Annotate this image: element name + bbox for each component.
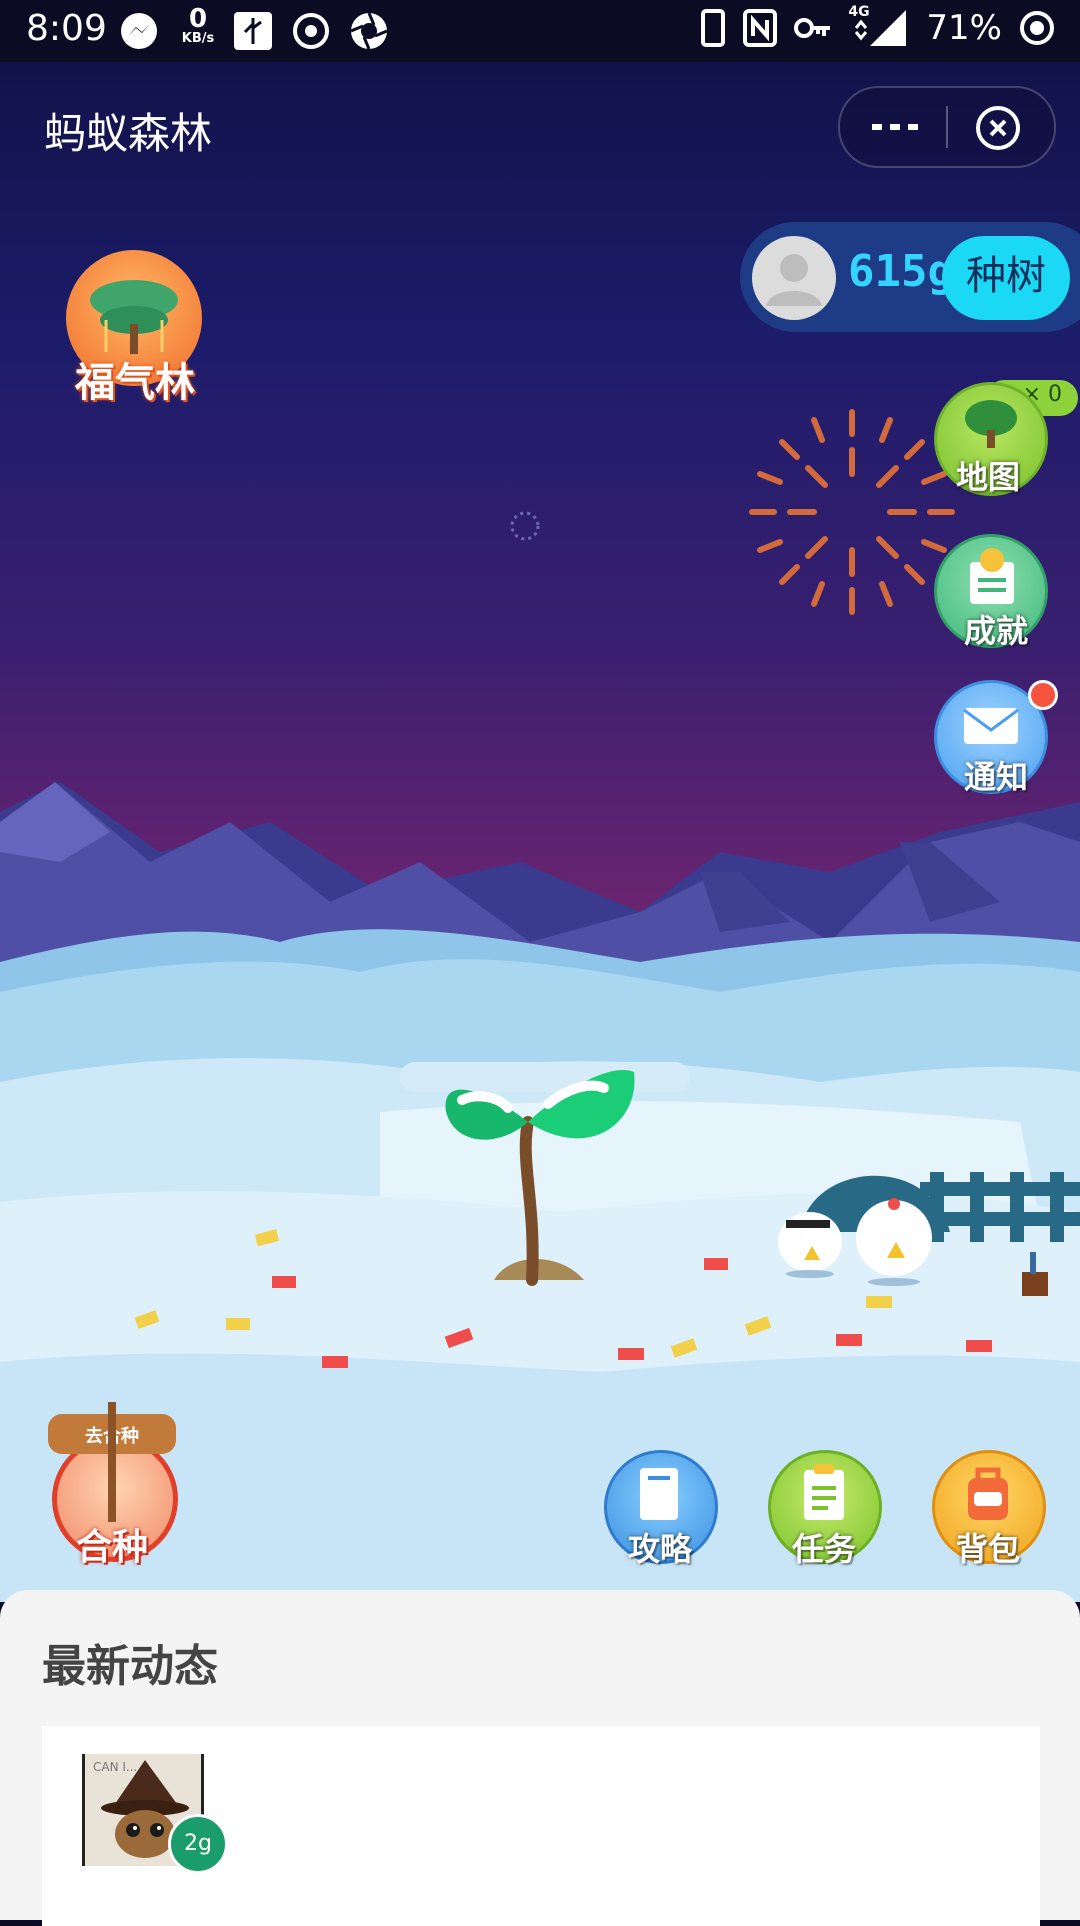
signal-4g-icon: 4G <box>848 4 910 48</box>
map-button[interactable]: × 0 地图 <box>928 376 1078 506</box>
certificate-icon <box>970 548 1014 604</box>
net-speed: 0 KB/s <box>181 4 215 46</box>
nfc-icon <box>743 9 778 47</box>
blessing-forest-label: 福气林 <box>75 360 195 406</box>
feed-title: 最新动态 <box>42 1641 218 1692</box>
status-right-group: 4G 71% <box>700 4 1056 48</box>
battery-ring-icon <box>1020 11 1054 45</box>
notification-dot <box>1028 680 1058 710</box>
backpack-icon <box>968 1467 1008 1520</box>
loading-spinner-icon <box>510 511 540 541</box>
energy-amount: 615g <box>848 246 954 297</box>
blessing-forest-button[interactable]: 福气林 <box>60 250 210 420</box>
default-avatar-icon <box>766 254 822 306</box>
clipboard-icon <box>804 1464 844 1520</box>
energy-badge: 2g <box>168 1814 228 1874</box>
task-label: 任务 <box>791 1530 856 1568</box>
avatar[interactable] <box>752 236 836 320</box>
battery-percent: 71% <box>926 8 1002 48</box>
co-plant-label: 合种 <box>75 1527 148 1568</box>
mail-icon <box>963 708 1019 744</box>
task-button[interactable]: 任务 <box>768 1450 882 1578</box>
status-time: 8:09 <box>26 8 107 49</box>
page-title: 蚂蚁森林 <box>44 109 213 158</box>
status-bar: 8:09 0 KB/s 4G 71% <box>0 0 1080 62</box>
tree-icon <box>965 400 1017 448</box>
notice-label: 通知 <box>963 758 1028 796</box>
mini-program-capsule <box>838 86 1056 168</box>
bonsai-tree-icon <box>90 280 178 354</box>
backpack-label: 背包 <box>955 1530 1020 1568</box>
close-icon[interactable] <box>974 104 1022 152</box>
more-icon[interactable] <box>868 110 924 144</box>
guide-label: 攻略 <box>627 1530 692 1568</box>
vpn-key-icon <box>794 18 831 38</box>
achievement-button[interactable]: 成就 <box>930 530 1060 660</box>
sync-icon <box>293 13 329 49</box>
messenger-icon <box>121 13 157 49</box>
map-label: 地图 <box>955 458 1020 496</box>
book-icon <box>640 1468 678 1520</box>
feed-card: CAN I... 2g <box>42 1726 1040 1926</box>
guide-button[interactable]: 攻略 <box>604 1450 718 1578</box>
phone-vibrate-icon <box>701 9 726 47</box>
mini-app-nav-bar: 蚂蚁森林 <box>0 62 1080 190</box>
backpack-button[interactable]: 背包 <box>932 1450 1046 1578</box>
firework-decoration <box>749 409 955 615</box>
sign-post <box>108 1402 116 1522</box>
usb-icon <box>234 12 272 50</box>
plant-tree-button[interactable]: 种树 <box>942 236 1070 320</box>
capsule-divider <box>946 106 948 148</box>
notice-button[interactable]: 通知 <box>930 676 1060 806</box>
achievement-label: 成就 <box>963 612 1028 650</box>
aperture-icon <box>350 12 388 50</box>
energy-panel: 615g 种树 <box>740 222 1080 332</box>
latest-feed-panel: 最新动态 CAN I... 2g <box>0 1590 1080 1926</box>
co-plant-button[interactable]: 去合种 合种 <box>48 1402 178 1568</box>
